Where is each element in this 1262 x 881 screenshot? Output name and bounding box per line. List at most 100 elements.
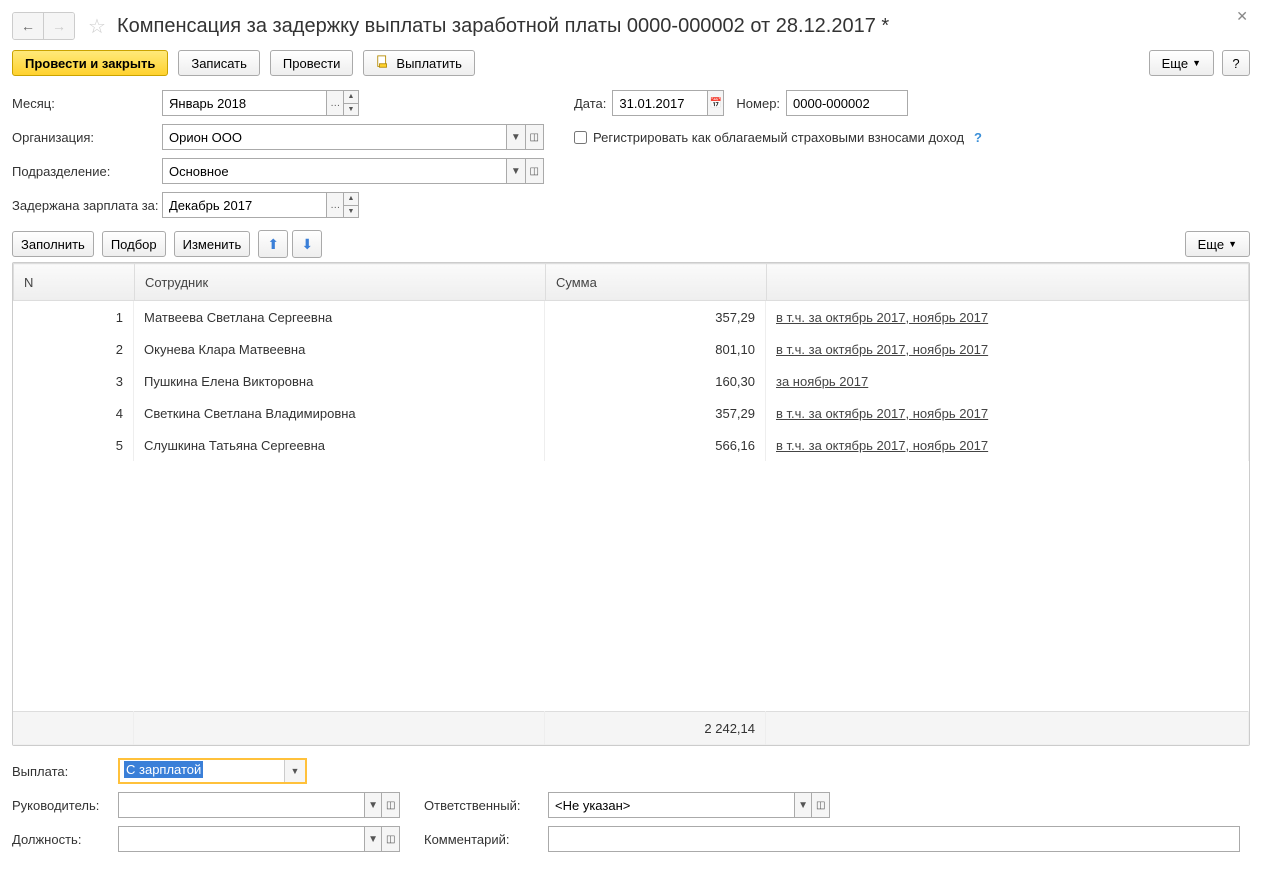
period-link[interactable]: в т.ч. за октябрь 2017, ноябрь 2017 xyxy=(776,310,988,325)
month-label: Месяц: xyxy=(12,96,162,111)
col-header-employee[interactable]: Сотрудник xyxy=(135,264,546,301)
month-ellipsis-button[interactable]: … xyxy=(326,91,343,115)
position-input-wrap: ▼ ◫ xyxy=(118,826,400,852)
payout-select[interactable]: С зарплатой ▼ xyxy=(118,758,307,784)
payout-button[interactable]: Выплатить xyxy=(363,50,475,76)
more-button[interactable]: Еще ▼ xyxy=(1149,50,1214,76)
date-input-wrap: 📅 xyxy=(612,90,724,116)
manager-open-button[interactable]: ◫ xyxy=(381,793,399,817)
month-input[interactable] xyxy=(163,91,326,115)
period-link[interactable]: за ноябрь 2017 xyxy=(776,374,868,389)
position-dropdown-button[interactable]: ▼ xyxy=(364,827,382,851)
post-button[interactable]: Провести xyxy=(270,50,354,76)
pick-button[interactable]: Подбор xyxy=(102,231,166,257)
cell-note: в т.ч. за октябрь 2017, ноябрь 2017 xyxy=(766,333,1249,365)
table-row[interactable]: 3Пушкина Елена Викторовна160,30за ноябрь… xyxy=(13,365,1249,397)
cell-sum: 160,30 xyxy=(545,365,766,397)
dept-label: Подразделение: xyxy=(12,164,162,179)
edit-button[interactable]: Изменить xyxy=(174,231,251,257)
position-open-button[interactable]: ◫ xyxy=(381,827,399,851)
position-input[interactable] xyxy=(119,827,364,851)
chevron-down-icon: ▼ xyxy=(1228,239,1237,249)
taxable-label: Регистрировать как облагаемый страховыми… xyxy=(593,130,964,145)
table-more-button[interactable]: Еще ▼ xyxy=(1185,231,1250,257)
manager-input[interactable] xyxy=(119,793,364,817)
cell-n: 1 xyxy=(13,301,134,333)
delayed-label: Задержана зарплата за: xyxy=(12,198,162,213)
page-title: Компенсация за задержку выплаты заработн… xyxy=(117,15,889,38)
payout-value: С зарплатой xyxy=(124,761,203,778)
org-label: Организация: xyxy=(12,130,162,145)
manager-input-wrap: ▼ ◫ xyxy=(118,792,400,818)
forward-button[interactable]: → xyxy=(43,13,74,39)
dept-open-button[interactable]: ◫ xyxy=(525,159,543,183)
org-dropdown-button[interactable]: ▼ xyxy=(506,125,524,149)
manager-dropdown-button[interactable]: ▼ xyxy=(364,793,382,817)
number-label: Номер: xyxy=(736,96,780,111)
table-row[interactable]: 5Слушкина Татьяна Сергеевна566,16в т.ч. … xyxy=(13,429,1249,461)
taxable-checkbox[interactable] xyxy=(574,131,587,144)
col-header-n[interactable]: N xyxy=(14,264,135,301)
org-input[interactable] xyxy=(163,125,506,149)
responsible-dropdown-button[interactable]: ▼ xyxy=(794,793,812,817)
dept-input-wrap: ▼ ◫ xyxy=(162,158,544,184)
cell-note: в т.ч. за октябрь 2017, ноябрь 2017 xyxy=(766,301,1249,333)
responsible-open-button[interactable]: ◫ xyxy=(811,793,829,817)
nav-buttons: ← → xyxy=(12,12,75,40)
close-icon[interactable]: ✕ xyxy=(1236,8,1248,25)
favorite-star-icon[interactable]: ☆ xyxy=(85,14,109,38)
delayed-up-button[interactable]: ▲ xyxy=(344,193,358,205)
delayed-input-wrap: … ▲ ▼ xyxy=(162,192,359,218)
cell-sum: 357,29 xyxy=(545,301,766,333)
table-row[interactable]: 1Матвеева Светлана Сергеевна357,29в т.ч.… xyxy=(13,301,1249,333)
date-label: Дата: xyxy=(574,96,606,111)
post-and-close-button[interactable]: Провести и закрыть xyxy=(12,50,168,76)
cell-employee: Слушкина Татьяна Сергеевна xyxy=(134,429,545,461)
move-up-button[interactable]: ⬆ xyxy=(258,230,288,258)
dept-dropdown-button[interactable]: ▼ xyxy=(506,159,524,183)
delayed-ellipsis-button[interactable]: … xyxy=(326,193,343,217)
payout-button-label: Выплатить xyxy=(396,56,462,71)
delayed-down-button[interactable]: ▼ xyxy=(344,205,358,218)
period-link[interactable]: в т.ч. за октябрь 2017, ноябрь 2017 xyxy=(776,342,988,357)
responsible-input[interactable] xyxy=(549,793,794,817)
number-input-wrap xyxy=(786,90,908,116)
calendar-icon[interactable]: 📅 xyxy=(707,91,723,115)
chevron-down-icon: ▼ xyxy=(1192,58,1201,68)
cell-sum: 801,10 xyxy=(545,333,766,365)
back-button[interactable]: ← xyxy=(13,13,43,39)
comment-input[interactable] xyxy=(549,827,1239,851)
move-down-button[interactable]: ⬇ xyxy=(292,230,322,258)
dept-input[interactable] xyxy=(163,159,506,183)
payout-label: Выплата: xyxy=(12,764,104,779)
period-link[interactable]: в т.ч. за октябрь 2017, ноябрь 2017 xyxy=(776,406,988,421)
table-row[interactable]: 2Окунева Клара Матвеевна801,10в т.ч. за … xyxy=(13,333,1249,365)
payout-dropdown-button[interactable]: ▼ xyxy=(284,760,305,782)
responsible-label: Ответственный: xyxy=(424,798,534,813)
table-row[interactable]: 4Светкина Светлана Владимировна357,29в т… xyxy=(13,397,1249,429)
comment-label: Комментарий: xyxy=(424,832,534,847)
help-icon[interactable]: ? xyxy=(974,130,982,145)
help-button[interactable]: ? xyxy=(1222,50,1250,76)
month-input-wrap: … ▲ ▼ xyxy=(162,90,359,116)
fill-button[interactable]: Заполнить xyxy=(12,231,94,257)
cell-sum: 357,29 xyxy=(545,397,766,429)
employees-table: N Сотрудник Сумма 1Матвеева Светлана Сер… xyxy=(12,262,1250,746)
org-open-button[interactable]: ◫ xyxy=(525,125,543,149)
delayed-input[interactable] xyxy=(163,193,326,217)
cell-note: за ноябрь 2017 xyxy=(766,365,1249,397)
date-input[interactable] xyxy=(613,91,707,115)
col-header-sum[interactable]: Сумма xyxy=(546,264,767,301)
col-header-note[interactable] xyxy=(767,264,1249,301)
total-sum: 2 242,14 xyxy=(545,712,766,745)
cell-n: 5 xyxy=(13,429,134,461)
period-link[interactable]: в т.ч. за октябрь 2017, ноябрь 2017 xyxy=(776,438,988,453)
comment-input-wrap xyxy=(548,826,1240,852)
save-button[interactable]: Записать xyxy=(178,50,260,76)
position-label: Должность: xyxy=(12,832,104,847)
cell-note: в т.ч. за октябрь 2017, ноябрь 2017 xyxy=(766,397,1249,429)
month-up-button[interactable]: ▲ xyxy=(344,91,358,103)
month-down-button[interactable]: ▼ xyxy=(344,103,358,116)
number-input[interactable] xyxy=(787,91,907,115)
manager-label: Руководитель: xyxy=(12,798,104,813)
